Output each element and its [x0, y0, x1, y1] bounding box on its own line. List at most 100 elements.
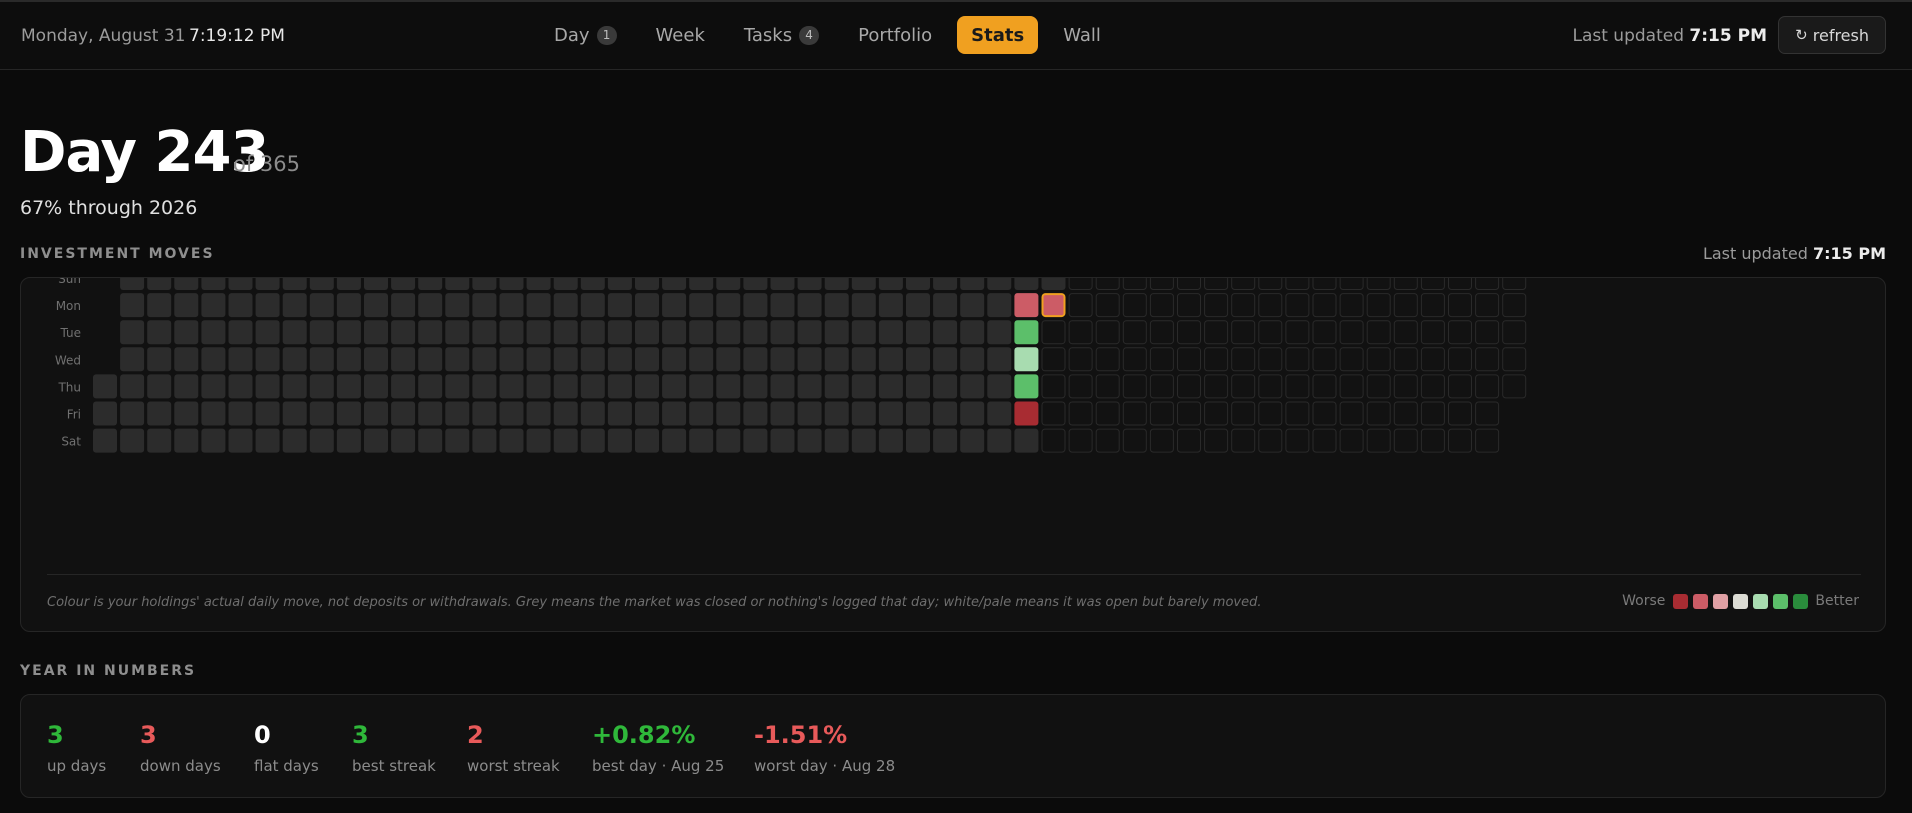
heatmap-cell[interactable] — [662, 278, 687, 290]
heatmap-cell[interactable] — [336, 347, 361, 372]
heatmap-cell[interactable] — [309, 278, 334, 290]
heatmap-cell[interactable] — [1366, 293, 1391, 318]
heatmap-cell[interactable] — [1149, 401, 1174, 426]
heatmap-cell[interactable] — [201, 401, 226, 426]
heatmap-cell[interactable] — [445, 320, 470, 345]
heatmap-cell[interactable] — [824, 347, 849, 372]
heatmap-cell[interactable] — [1068, 428, 1093, 453]
heatmap-cell[interactable] — [1231, 278, 1256, 290]
heatmap-cell[interactable] — [1448, 293, 1472, 318]
heatmap-cell[interactable] — [1231, 374, 1256, 399]
heatmap-cell[interactable] — [228, 278, 253, 290]
heatmap-cell[interactable] — [607, 278, 632, 290]
heatmap-cell[interactable] — [526, 278, 551, 290]
heatmap-cell[interactable] — [526, 428, 551, 453]
heatmap-cell[interactable] — [824, 374, 849, 399]
heatmap-cell[interactable] — [1339, 278, 1364, 290]
heatmap-cell[interactable] — [580, 374, 605, 399]
heatmap-cell[interactable] — [797, 320, 822, 345]
heatmap-cell[interactable] — [499, 401, 524, 426]
heatmap-cell[interactable] — [933, 374, 958, 399]
heatmap-cell[interactable] — [391, 428, 416, 453]
heatmap-cell[interactable] — [797, 428, 822, 453]
heatmap-cell[interactable] — [1095, 347, 1120, 372]
heatmap-cell[interactable] — [1366, 320, 1391, 345]
heatmap-cell[interactable] — [1095, 278, 1120, 290]
heatmap-cell[interactable] — [418, 320, 443, 345]
heatmap-cell[interactable] — [391, 320, 416, 345]
heatmap-cell[interactable] — [878, 347, 903, 372]
heatmap-cell[interactable] — [526, 347, 551, 372]
heatmap-cell[interactable] — [1285, 320, 1310, 345]
heatmap-cell[interactable] — [93, 374, 117, 399]
heatmap-cell[interactable] — [716, 401, 741, 426]
heatmap-cell[interactable] — [391, 293, 416, 318]
heatmap-cell[interactable] — [1149, 320, 1174, 345]
heatmap-cell[interactable] — [445, 293, 470, 318]
heatmap-cell[interactable] — [960, 347, 985, 372]
heatmap-cell[interactable] — [120, 347, 145, 372]
heatmap-cell[interactable] — [1068, 278, 1093, 290]
heatmap-cell[interactable] — [93, 401, 117, 426]
heatmap-cell[interactable] — [1041, 347, 1066, 372]
heatmap-cell[interactable] — [878, 320, 903, 345]
heatmap-cell[interactable] — [743, 320, 768, 345]
heatmap-cell[interactable] — [1204, 428, 1229, 453]
heatmap-cell[interactable] — [662, 428, 687, 453]
heatmap-cell[interactable] — [607, 428, 632, 453]
heatmap-cell[interactable] — [987, 347, 1012, 372]
heatmap-cell[interactable] — [201, 428, 226, 453]
heatmap-cell[interactable] — [1041, 428, 1066, 453]
heatmap-cell[interactable] — [635, 401, 659, 426]
heatmap-cell[interactable] — [445, 428, 470, 453]
heatmap-cell[interactable] — [228, 401, 253, 426]
heatmap-cell[interactable] — [1448, 401, 1472, 426]
heatmap-cell[interactable] — [1177, 320, 1201, 345]
heatmap-cell[interactable] — [282, 428, 307, 453]
heatmap-cell[interactable] — [147, 278, 172, 290]
heatmap-cell[interactable] — [1014, 293, 1039, 318]
heatmap-cell[interactable] — [445, 401, 470, 426]
heatmap-cell[interactable] — [1339, 347, 1364, 372]
heatmap-cell[interactable] — [1420, 428, 1445, 453]
heatmap-cell[interactable] — [1177, 374, 1201, 399]
heatmap-cell[interactable] — [174, 293, 199, 318]
heatmap-cell[interactable] — [309, 320, 334, 345]
heatmap-cell[interactable] — [824, 293, 849, 318]
heatmap-cell[interactable] — [797, 347, 822, 372]
heatmap-cell[interactable] — [689, 374, 714, 399]
heatmap-cell[interactable] — [1393, 401, 1418, 426]
heatmap-cell[interactable] — [282, 374, 307, 399]
heatmap-cell[interactable] — [1014, 320, 1039, 345]
heatmap-cell[interactable] — [1258, 428, 1283, 453]
heatmap-cell[interactable] — [580, 293, 605, 318]
heatmap-cell[interactable] — [1366, 428, 1391, 453]
heatmap-cell[interactable] — [580, 278, 605, 290]
heatmap-cell[interactable] — [960, 374, 985, 399]
heatmap-cell[interactable] — [255, 293, 280, 318]
heatmap-cell[interactable] — [878, 374, 903, 399]
heatmap-cell[interactable] — [851, 293, 876, 318]
heatmap-cell[interactable] — [499, 278, 524, 290]
heatmap-cell[interactable] — [824, 278, 849, 290]
heatmap-cell[interactable] — [1204, 401, 1229, 426]
heatmap-cell[interactable] — [499, 374, 524, 399]
heatmap-cell[interactable] — [1366, 374, 1391, 399]
heatmap-cell[interactable] — [635, 374, 659, 399]
heatmap-cell[interactable] — [662, 293, 687, 318]
heatmap-cell[interactable] — [472, 374, 497, 399]
heatmap-cell[interactable] — [1448, 428, 1472, 453]
heatmap-cell[interactable] — [364, 401, 388, 426]
heatmap-cell[interactable] — [1068, 293, 1093, 318]
heatmap-cell[interactable] — [960, 293, 985, 318]
tab-week[interactable]: Week — [642, 16, 719, 54]
heatmap-cell[interactable] — [1231, 347, 1256, 372]
heatmap-cell[interactable] — [797, 401, 822, 426]
heatmap-cell[interactable] — [364, 374, 388, 399]
heatmap-cell[interactable] — [228, 347, 253, 372]
heatmap-cell[interactable] — [1014, 428, 1039, 453]
heatmap-cell[interactable] — [553, 278, 578, 290]
heatmap-cell[interactable] — [635, 293, 659, 318]
heatmap-cell[interactable] — [851, 428, 876, 453]
heatmap-cell[interactable] — [255, 320, 280, 345]
